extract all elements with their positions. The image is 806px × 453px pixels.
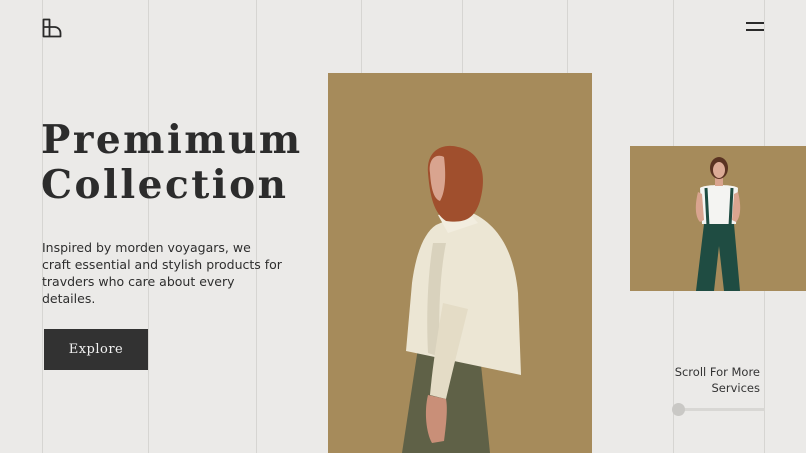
logo-grid-icon[interactable] — [42, 18, 62, 38]
woman-overalls-illustration — [695, 157, 741, 291]
scroll-hint-line-2: Services — [711, 381, 761, 395]
scroll-hint-line-1: Scroll For More — [674, 365, 760, 379]
page-title: Premimum Collection — [41, 118, 303, 208]
hero-description: Inspired by morden voyagars, we craft es… — [42, 240, 282, 306]
grid-line — [42, 0, 43, 453]
title-line-1: Premimum — [41, 117, 303, 163]
secondary-product-image — [630, 146, 806, 291]
main-product-image — [328, 73, 592, 453]
scroll-progress-knob[interactable] — [672, 403, 685, 416]
explore-button[interactable]: Explore — [44, 329, 148, 370]
scroll-progress-track[interactable] — [673, 408, 765, 411]
grid-line — [148, 0, 149, 453]
woman-jacket-illustration — [402, 145, 521, 453]
scroll-hint: Scroll For More Services — [640, 364, 760, 396]
hamburger-menu-icon[interactable] — [746, 21, 764, 33]
grid-line — [256, 0, 257, 453]
title-line-2: Collection — [41, 162, 289, 208]
